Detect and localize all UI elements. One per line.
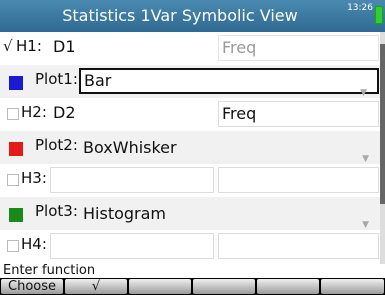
plot1-type-dropdown[interactable]: Bar ▼ — [79, 68, 379, 98]
plot3-type-value: Histogram — [83, 204, 166, 223]
h4-label: H4: — [21, 235, 47, 253]
h3-data-field[interactable] — [50, 167, 214, 193]
plot2-color-swatch[interactable] — [9, 142, 23, 156]
plot3-label: Plot3: — [35, 202, 78, 220]
plot1-type-value: Bar — [84, 71, 112, 90]
h1-data-field[interactable]: D1 — [50, 35, 214, 61]
row-plot3[interactable]: Plot3: Histogram ▼ — [0, 197, 380, 230]
choose-softkey[interactable]: Choose — [0, 278, 64, 295]
h1-label: H1: — [16, 37, 42, 55]
h1-freq-field[interactable]: Freq — [218, 35, 379, 61]
plot1-color-swatch[interactable] — [9, 76, 23, 90]
clock: 13:26 — [347, 3, 373, 13]
plot3-type-dropdown[interactable]: Histogram ▼ — [83, 197, 379, 230]
check-softkey[interactable]: √ — [64, 278, 128, 295]
h2-data-field[interactable]: D2 — [50, 101, 214, 127]
row-h1[interactable]: √ H1: D1 Freq — [0, 32, 380, 65]
status-line: Enter function — [3, 263, 96, 278]
h2-label: H2: — [21, 103, 47, 121]
softkey-menu: Choose √ — [0, 278, 385, 295]
h3-label: H3: — [21, 169, 47, 187]
battery-icon — [375, 6, 383, 24]
h4-freq-field[interactable] — [218, 233, 379, 259]
softkey-6[interactable] — [320, 278, 385, 295]
checked-mark[interactable]: √ — [3, 37, 13, 55]
h4-checkbox[interactable] — [7, 240, 19, 252]
plot1-label: Plot1: — [35, 70, 78, 88]
h4-data-field[interactable] — [50, 233, 214, 259]
h2-checkbox[interactable] — [7, 108, 19, 120]
plot2-label: Plot2: — [35, 136, 78, 154]
h2-freq-field[interactable]: Freq — [218, 101, 379, 127]
softkey-5[interactable] — [256, 278, 320, 295]
symbolic-list: √ H1: D1 Freq Plot1: Bar ▼ H2: D2 Freq P… — [0, 32, 385, 264]
row-h2[interactable]: H2: D2 Freq — [0, 98, 380, 131]
row-plot1[interactable]: Plot1: Bar ▼ — [0, 65, 380, 98]
plot2-type-value: BoxWhisker — [83, 138, 177, 157]
h3-freq-field[interactable] — [218, 167, 379, 193]
view-title: Statistics 1Var Symbolic View — [62, 6, 298, 25]
title-bar: Statistics 1Var Symbolic View 13:26 — [0, 0, 385, 32]
softkey-4[interactable] — [192, 278, 256, 295]
h3-checkbox[interactable] — [7, 174, 19, 186]
scrollbar-thumb[interactable] — [380, 44, 385, 204]
softkey-3[interactable] — [128, 278, 192, 295]
row-h4[interactable]: H4: — [0, 230, 380, 263]
scrollbar[interactable] — [380, 32, 385, 264]
plot2-type-dropdown[interactable]: BoxWhisker ▼ — [83, 131, 379, 164]
row-plot2[interactable]: Plot2: BoxWhisker ▼ — [0, 131, 380, 164]
plot3-color-swatch[interactable] — [9, 208, 23, 222]
row-h3[interactable]: H3: — [0, 164, 380, 197]
